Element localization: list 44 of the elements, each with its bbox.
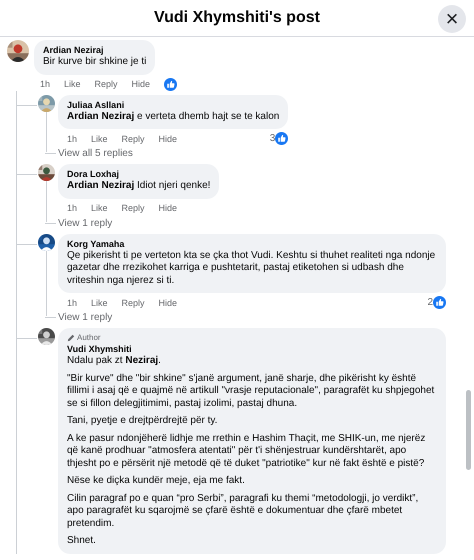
comment-text: Ndalu pak zt Neziraj.	[67, 355, 162, 368]
author-label: Author	[77, 333, 101, 342]
reaction-count: 2	[427, 297, 433, 308]
close-button[interactable]: ×	[438, 5, 466, 33]
like-icon	[275, 132, 288, 145]
pencil-icon	[67, 334, 75, 342]
view-replies-link[interactable]: View 1 reply	[58, 218, 112, 228]
scrollbar[interactable]	[466, 390, 471, 470]
comment-text: Ardian Neziraj e verteta dhemb hajt se te kalon	[67, 110, 280, 123]
comment-text: Nëse ke diçka kundër meje, eja me fakt.	[67, 475, 246, 488]
action-link[interactable]: Like	[91, 203, 108, 213]
author-name: Dora Loxhaj	[67, 169, 120, 179]
action-link[interactable]: Reply	[122, 203, 145, 213]
view-replies-link[interactable]: View 1 reply	[58, 312, 112, 323]
timestamp: 1h	[67, 134, 78, 144]
author-name: Juliaa Asllani	[67, 100, 126, 110]
action-link[interactable]: Like	[91, 298, 108, 308]
action-link[interactable]: Hide	[132, 79, 150, 89]
view-replies-link[interactable]: View all 5 replies	[58, 148, 133, 159]
comment-text: Shnet.	[67, 535, 97, 548]
comment-text: Tani, pyetje e drejtpërdrejtë për ty.	[67, 415, 218, 428]
author-name: Vudi Xhymshiti	[67, 344, 133, 354]
reaction-count: 3	[270, 133, 276, 144]
author-name: Ardian Neziraj	[43, 45, 105, 55]
action-link[interactable]: Like	[91, 134, 108, 144]
comment-text: Cilin paragraf po e quan “pro Serbi”, paragrafi ku themi “metodologji, jo verdikt”, apo paragrafët ku sqarojmë se çfarë është e dokumentuar dhe çfarë mbetet pretendim.	[67, 492, 420, 530]
comment-text: Bir kurve bir shkine je ti	[43, 56, 146, 68]
like-icon	[433, 296, 446, 309]
action-link[interactable]: Reply	[94, 79, 118, 89]
timestamp: 1h	[40, 79, 50, 89]
timestamp: 1h	[67, 203, 78, 213]
post-title: Vudi Xhymshiti's post	[154, 9, 320, 27]
comment-text: Ardian Neziraj Idiot njeri qenke!	[67, 180, 210, 192]
action-link[interactable]: Reply	[122, 298, 145, 308]
action-link[interactable]: Reply	[122, 134, 145, 144]
author-name: Korg Yamaha	[67, 238, 126, 248]
comment-text: Qe pikerisht ti pe verteton kta se çka thot Vudi. Keshtu si thuhet realiteti nga ndonje gazetar dhe rrezikohet karriga e pushtetarit, pastaj etiketohen si udbash dhe vriteshin nga njerez si ti.	[67, 250, 436, 287]
action-link[interactable]: Hide	[158, 298, 178, 308]
action-link[interactable]: Hide	[158, 203, 178, 213]
comment-text: "Bir kurve" dhe "bir shkine" s'janë argument, janë sharje, dhe pikërisht ky është fillimi i asaj që e quajmë në artikull "vrasje reputacionale", paragrafët ku shpjegohet se si fillon delegjitimimi, pastaj izolimi, pastaj dhuna.	[67, 372, 436, 410]
action-link[interactable]: Like	[64, 79, 81, 89]
comment-text: A ke pasur ndonjëherë lidhje me rrethin e Hashim Thaçit, me SHIK-un, me njerëz që kanë prodhuar "atmosfera atentati" për t'i shënjestruar kundërshtarët, apo thjesht po e përsërit një metodë që të duket "patriotike" kur në fakt është e pistë?	[67, 432, 426, 470]
timestamp: 1h	[67, 298, 78, 308]
action-link[interactable]: Hide	[158, 134, 178, 144]
